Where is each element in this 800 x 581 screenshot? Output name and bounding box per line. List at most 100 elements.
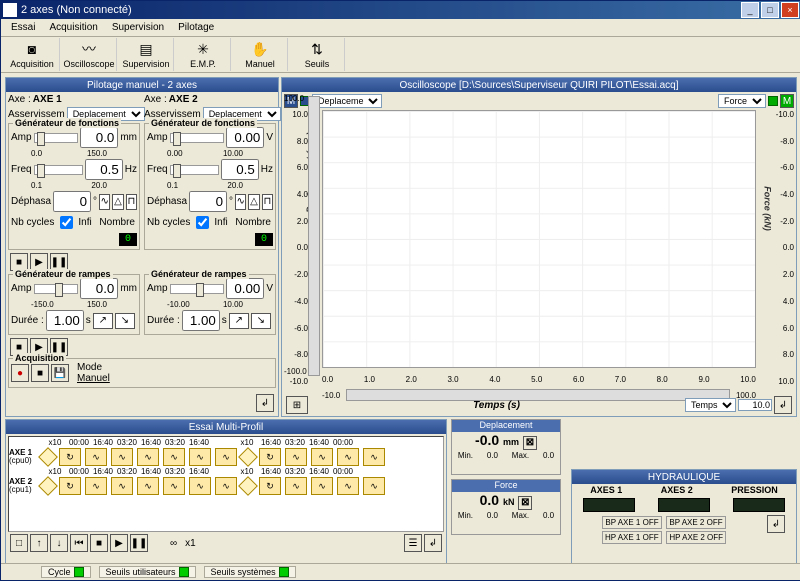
duree-input-1[interactable] bbox=[182, 310, 220, 331]
profil-diamond[interactable] bbox=[238, 447, 258, 467]
profil-node[interactable]: ∿ bbox=[85, 448, 107, 466]
profil-node[interactable]: ∿ bbox=[215, 477, 237, 495]
profil-node[interactable]: ∿ bbox=[337, 477, 359, 495]
ramp-amp-input-1[interactable] bbox=[226, 278, 264, 299]
profil-btn-play[interactable]: ▶ bbox=[110, 534, 128, 552]
profil-node[interactable]: ∿ bbox=[285, 477, 307, 495]
scope-m-right[interactable]: M bbox=[780, 94, 794, 108]
inf-check-0[interactable] bbox=[60, 216, 73, 229]
record-button[interactable]: ● bbox=[11, 364, 29, 382]
profil-btn-up[interactable]: ↑ bbox=[30, 534, 48, 552]
profil-btn-stop[interactable]: ■ bbox=[90, 534, 108, 552]
toolbar-manuel[interactable]: ✋Manuel bbox=[233, 38, 288, 71]
scope-plot-area[interactable] bbox=[322, 110, 756, 368]
ramp-slider-1[interactable] bbox=[170, 284, 225, 294]
tab-cycle[interactable]: Cycle bbox=[41, 566, 91, 578]
profil-node[interactable]: ∿ bbox=[215, 448, 237, 466]
freq-input-0[interactable] bbox=[85, 159, 123, 180]
close-button[interactable]: × bbox=[781, 2, 799, 18]
profil-node[interactable]: ∿ bbox=[363, 448, 385, 466]
profil-btn-prev[interactable]: ⏮ bbox=[70, 534, 88, 552]
profil-diamond[interactable] bbox=[238, 476, 258, 496]
amp-slider-1[interactable] bbox=[170, 133, 225, 143]
wave-tri-0[interactable]: △ bbox=[112, 194, 123, 210]
tab-seuils-sys[interactable]: Seuils systèmes bbox=[204, 566, 296, 578]
acq-save-icon[interactable]: 💾 bbox=[51, 364, 69, 382]
profil-diamond[interactable] bbox=[38, 476, 58, 496]
profil-node[interactable]: ∿ bbox=[189, 448, 211, 466]
scope-left-select[interactable]: Deplaceme bbox=[312, 94, 382, 108]
profil-node[interactable]: ∿ bbox=[363, 477, 385, 495]
amp-input-0[interactable] bbox=[80, 127, 118, 148]
profil-node[interactable]: ∿ bbox=[163, 448, 185, 466]
wave-sq-1[interactable]: ⊓ bbox=[262, 194, 273, 210]
ramp-slider-0[interactable] bbox=[34, 284, 79, 294]
profil-node[interactable]: ∿ bbox=[311, 477, 333, 495]
profil-node[interactable]: ∿ bbox=[85, 477, 107, 495]
deph-input-1[interactable] bbox=[189, 191, 227, 212]
scope-y-scrollbar[interactable] bbox=[308, 96, 320, 376]
toolbar-acquisition[interactable]: ◙Acquisition bbox=[5, 38, 60, 71]
profil-node[interactable]: ∿ bbox=[189, 477, 211, 495]
wave-sine-0[interactable]: ∿ bbox=[99, 194, 110, 210]
ramp-up-1[interactable]: ↗ bbox=[229, 313, 249, 329]
inf-check-1[interactable] bbox=[196, 216, 209, 229]
minimize-button[interactable]: _ bbox=[741, 2, 759, 18]
bp-axe1-button[interactable]: BP AXE 1 OFF bbox=[602, 516, 661, 529]
scope-footer-select[interactable]: Temps bbox=[685, 398, 736, 412]
profil-node[interactable]: ∿ bbox=[285, 448, 307, 466]
hp-axe1-button[interactable]: HP AXE 1 OFF bbox=[602, 531, 662, 544]
hp-axe2-button[interactable]: HP AXE 2 OFF bbox=[666, 531, 726, 544]
toolbar-emp[interactable]: ✳E.M.P. bbox=[176, 38, 231, 71]
wave-sine-1[interactable]: ∿ bbox=[235, 194, 246, 210]
menu-supervision[interactable]: Supervision bbox=[106, 20, 170, 35]
tab-seuils-user[interactable]: Seuils utilisateurs bbox=[99, 566, 196, 578]
deph-input-0[interactable] bbox=[53, 191, 91, 212]
profil-node[interactable]: ∿ bbox=[137, 477, 159, 495]
menu-essai[interactable]: Essai bbox=[5, 20, 41, 35]
profil-node[interactable]: ∿ bbox=[137, 448, 159, 466]
profil-node[interactable]: ∿ bbox=[337, 448, 359, 466]
profil-btn-down[interactable]: ↓ bbox=[50, 534, 68, 552]
acq-stop-button[interactable]: ■ bbox=[31, 364, 49, 382]
profil-node[interactable]: ↻ bbox=[259, 448, 281, 466]
pilotage-exit-button[interactable]: ↲ bbox=[256, 394, 274, 412]
scope-tool-button[interactable]: ⊞ bbox=[286, 396, 308, 414]
profil-node[interactable]: ∿ bbox=[311, 448, 333, 466]
force-reset-button[interactable]: ⊠ bbox=[518, 496, 532, 510]
scope-footer-val[interactable] bbox=[738, 399, 772, 411]
ramp-dn-1[interactable]: ↘ bbox=[251, 313, 271, 329]
menu-pilotage[interactable]: Pilotage bbox=[172, 20, 220, 35]
ramp-dn-0[interactable]: ↘ bbox=[115, 313, 135, 329]
profil-exit-button[interactable]: ↲ bbox=[424, 534, 442, 552]
ramp-up-0[interactable]: ↗ bbox=[93, 313, 113, 329]
profil-diamond[interactable] bbox=[38, 447, 58, 467]
ramp-amp-input-0[interactable] bbox=[80, 278, 118, 299]
profil-timeline[interactable]: x1000:0016:4003:2016:4003:2016:40x1016:4… bbox=[8, 436, 444, 532]
profil-tool-button[interactable]: ☰ bbox=[404, 534, 422, 552]
amp-slider-0[interactable] bbox=[34, 133, 79, 143]
profil-node[interactable]: ∿ bbox=[163, 477, 185, 495]
scope-exit-button[interactable]: ↲ bbox=[774, 396, 792, 414]
freq-slider-1[interactable] bbox=[170, 165, 219, 175]
toolbar-oscilloscope[interactable]: 〰Oscilloscope bbox=[62, 38, 117, 71]
profil-node[interactable]: ↻ bbox=[59, 477, 81, 495]
profil-node[interactable]: ↻ bbox=[259, 477, 281, 495]
toolbar-supervision[interactable]: ▤Supervision bbox=[119, 38, 174, 71]
toolbar-seuils[interactable]: ⇅Seuils bbox=[290, 38, 345, 71]
hydr-exit-button[interactable]: ↲ bbox=[767, 515, 785, 533]
menu-acquisition[interactable]: Acquisition bbox=[43, 20, 103, 35]
wave-tri-1[interactable]: △ bbox=[248, 194, 259, 210]
profil-node[interactable]: ∿ bbox=[111, 477, 133, 495]
profil-btn-1[interactable]: □ bbox=[10, 534, 28, 552]
scope-right-select[interactable]: Force bbox=[718, 94, 766, 108]
dep-reset-button[interactable]: ⊠ bbox=[523, 436, 537, 450]
profil-node[interactable]: ∿ bbox=[111, 448, 133, 466]
bp-axe2-button[interactable]: BP AXE 2 OFF bbox=[666, 516, 725, 529]
freq-slider-0[interactable] bbox=[34, 165, 83, 175]
freq-input-1[interactable] bbox=[221, 159, 259, 180]
amp-input-1[interactable] bbox=[226, 127, 264, 148]
duree-input-0[interactable] bbox=[46, 310, 84, 331]
maximize-button[interactable]: □ bbox=[761, 2, 779, 18]
profil-btn-pause[interactable]: ❚❚ bbox=[130, 534, 148, 552]
